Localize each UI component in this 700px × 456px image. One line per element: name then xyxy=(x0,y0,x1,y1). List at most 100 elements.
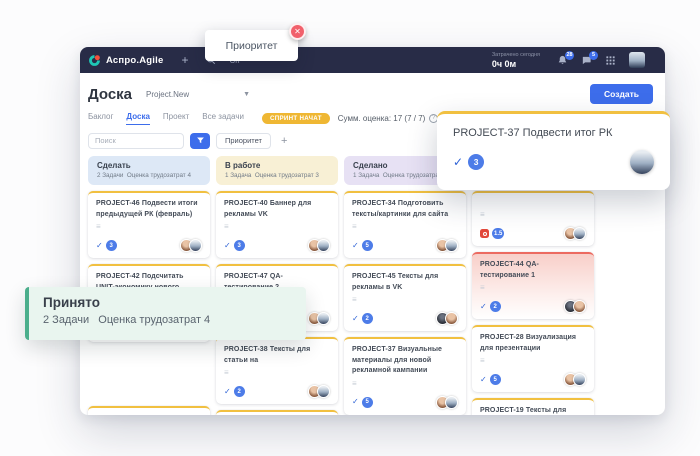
task-card[interactable]: ≡ 1.5 xyxy=(472,191,594,246)
assignee-avatar xyxy=(445,312,458,325)
task-card-footer: ✓ 3 xyxy=(96,239,202,252)
assignee-avatars xyxy=(312,385,330,398)
assignee-avatars xyxy=(568,373,586,386)
kanban-board: Сделать 2 Задачи Оценка трудозатрат 4 PR… xyxy=(88,156,653,415)
board-column-2: Сделано 1 Задача Оценка трудозатрат PROJ… xyxy=(344,156,466,415)
popup-task-title: PROJECT-37 Подвести итог РК xyxy=(453,127,654,139)
column-header[interactable]: Сделать 2 Задачи Оценка трудозатрат 4 xyxy=(88,156,210,185)
tab-board[interactable]: Доска xyxy=(126,112,149,125)
task-card[interactable]: PROJECT-34 Подготовить тексты/картинки д… xyxy=(344,191,466,258)
accepted-meta: 2 Задачи Оценка трудозатрат 4 xyxy=(43,314,292,326)
task-card-footer: ✓ 5 xyxy=(352,396,458,409)
filter-button[interactable] xyxy=(190,133,210,149)
tab-all-tasks[interactable]: Все задачи xyxy=(202,112,244,125)
priority-tooltip-text: Приоритет xyxy=(226,40,278,52)
description-icon: ≡ xyxy=(224,223,330,231)
assignee-avatars xyxy=(568,300,586,313)
check-icon: ✓ xyxy=(352,315,359,323)
description-icon: ≡ xyxy=(352,296,458,304)
column-meta: 1 Задача Оценка трудозатрат 3 xyxy=(225,172,329,179)
task-card-footer: ✓ 3 xyxy=(224,239,330,252)
description-icon: ≡ xyxy=(480,284,586,292)
estimate-badge: 2 xyxy=(234,386,245,397)
task-card-footer: ✓ 2 xyxy=(224,385,330,398)
task-card-footer: 1.5 xyxy=(480,227,586,240)
estimate-badge: 5 xyxy=(362,397,373,408)
task-card[interactable]: PROJECT-48 Подвести итоги РК ≡ ✓ 3 xyxy=(88,406,210,416)
estimate-badge: 3 xyxy=(234,240,245,251)
tab-backlog[interactable]: Баклог xyxy=(88,112,113,125)
check-icon: ✓ xyxy=(480,376,487,384)
task-title: PROJECT-37 Визуальные материалы для ново… xyxy=(352,345,458,377)
time-spent-widget: Затрачено сегодня 0ч 0м xyxy=(492,52,540,69)
user-avatar[interactable] xyxy=(629,52,645,68)
close-icon[interactable]: ✕ xyxy=(289,23,306,40)
task-card-footer: ✓ 2 xyxy=(480,300,586,313)
tabs: Баклог Доска Проект Все задачи xyxy=(88,112,244,125)
sum-estimate-label: Сумм. оценка: 17 (7 / 7) xyxy=(338,114,426,123)
task-card-footer: ✓ 5 xyxy=(480,373,586,386)
task-card[interactable]: PROJECT-19 Тексты для рекламы VK ≡ ✓ 5 xyxy=(472,398,594,415)
accepted-column-callout: Принято 2 Задачи Оценка трудозатрат 4 xyxy=(25,287,306,340)
estimate-badge: 5 xyxy=(490,374,501,385)
task-card[interactable]: теории ≡ ✓ 3 xyxy=(216,410,338,415)
add-filter-button[interactable]: + xyxy=(281,135,287,147)
check-icon: ✓ xyxy=(96,242,103,250)
description-icon: ≡ xyxy=(96,223,202,231)
check-icon: ✓ xyxy=(352,398,359,406)
assignee-avatar xyxy=(317,312,330,325)
add-icon[interactable]: + xyxy=(181,54,188,66)
board-column-1: В работе 1 Задача Оценка трудозатрат 3 P… xyxy=(216,156,338,415)
project-name: Project.New xyxy=(146,90,189,99)
column-name: Сделать xyxy=(97,161,201,170)
apps-grid-button[interactable] xyxy=(605,55,616,66)
estimate-badge: 5 xyxy=(362,240,373,251)
brand-name: Аспро.Agile xyxy=(106,55,163,66)
priority-filter-button[interactable]: Приоритет xyxy=(216,133,271,149)
time-spent-label: Затрачено сегодня xyxy=(492,52,540,58)
time-spent-value: 0ч 0м xyxy=(492,59,540,69)
task-card[interactable]: PROJECT-44 QA-тестирование 1 ≡ ✓ 2 xyxy=(472,252,594,319)
check-icon: ✓ xyxy=(480,303,487,311)
overdue-icon xyxy=(480,229,489,238)
assignee-avatars xyxy=(568,227,586,240)
task-popup-card[interactable]: PROJECT-37 Подвести итог РК ✓ 3 xyxy=(437,111,670,190)
task-card[interactable]: PROJECT-45 Тексты для рекламы в VK ≡ ✓ 2 xyxy=(344,264,466,331)
task-title: PROJECT-48 Подвести итоги РК xyxy=(96,414,202,416)
assignee-avatar xyxy=(573,373,586,386)
column-cards: ≡ 1.5 PROJECT-44 QA-тестирование 1 ≡ ✓ 2… xyxy=(472,191,594,415)
notifications-badge: 28 xyxy=(565,51,574,60)
notifications-button[interactable]: 28 xyxy=(557,55,568,66)
task-card[interactable]: PROJECT-28 Визуализация для презентации … xyxy=(472,325,594,392)
accepted-title: Принято xyxy=(43,295,292,310)
board-column-0: Сделать 2 Задачи Оценка трудозатрат 4 PR… xyxy=(88,156,210,415)
task-title xyxy=(480,199,586,208)
search-input[interactable] xyxy=(88,133,184,149)
task-title: PROJECT-28 Визуализация для презентации xyxy=(480,333,586,354)
check-icon: ✓ xyxy=(224,388,231,396)
assignee-avatars xyxy=(312,312,330,325)
assignee-avatars xyxy=(440,239,458,252)
project-selector[interactable]: Project.New ▼ xyxy=(146,90,250,99)
chevron-down-icon: ▼ xyxy=(243,91,250,98)
task-card[interactable]: PROJECT-40 Баннер для рекламы VK ≡ ✓ 3 xyxy=(216,191,338,258)
messages-button[interactable]: 5 xyxy=(581,55,592,66)
funnel-icon xyxy=(196,136,205,145)
task-card[interactable]: PROJECT-38 Тексты для статьи на ≡ ✓ 2 xyxy=(216,337,338,404)
description-icon: ≡ xyxy=(480,211,586,219)
task-card[interactable]: PROJECT-37 Визуальные материалы для ново… xyxy=(344,337,466,415)
estimate-badge: 1.5 xyxy=(492,228,504,239)
task-card[interactable]: PROJECT-46 Подвести итоги предыдущей РК … xyxy=(88,191,210,258)
assignee-avatars xyxy=(440,396,458,409)
task-card-footer: ✓ 5 xyxy=(352,239,458,252)
tab-project[interactable]: Проект xyxy=(163,112,189,125)
column-header[interactable]: В работе 1 Задача Оценка трудозатрат 3 xyxy=(216,156,338,185)
app-window: Аспро.Agile + Сп Затрачено сегодня 0ч 0м… xyxy=(80,47,665,415)
task-title: PROJECT-40 Баннер для рекламы VK xyxy=(224,199,330,220)
assignee-avatars xyxy=(312,239,330,252)
top-navbar: Аспро.Agile + Сп Затрачено сегодня 0ч 0м… xyxy=(80,47,665,73)
create-button[interactable]: Создать xyxy=(590,84,653,104)
messages-badge: 5 xyxy=(589,51,598,60)
sprint-status-badge: СПРИНТ НАЧАТ xyxy=(262,113,330,124)
page-title: Доска xyxy=(88,86,132,103)
